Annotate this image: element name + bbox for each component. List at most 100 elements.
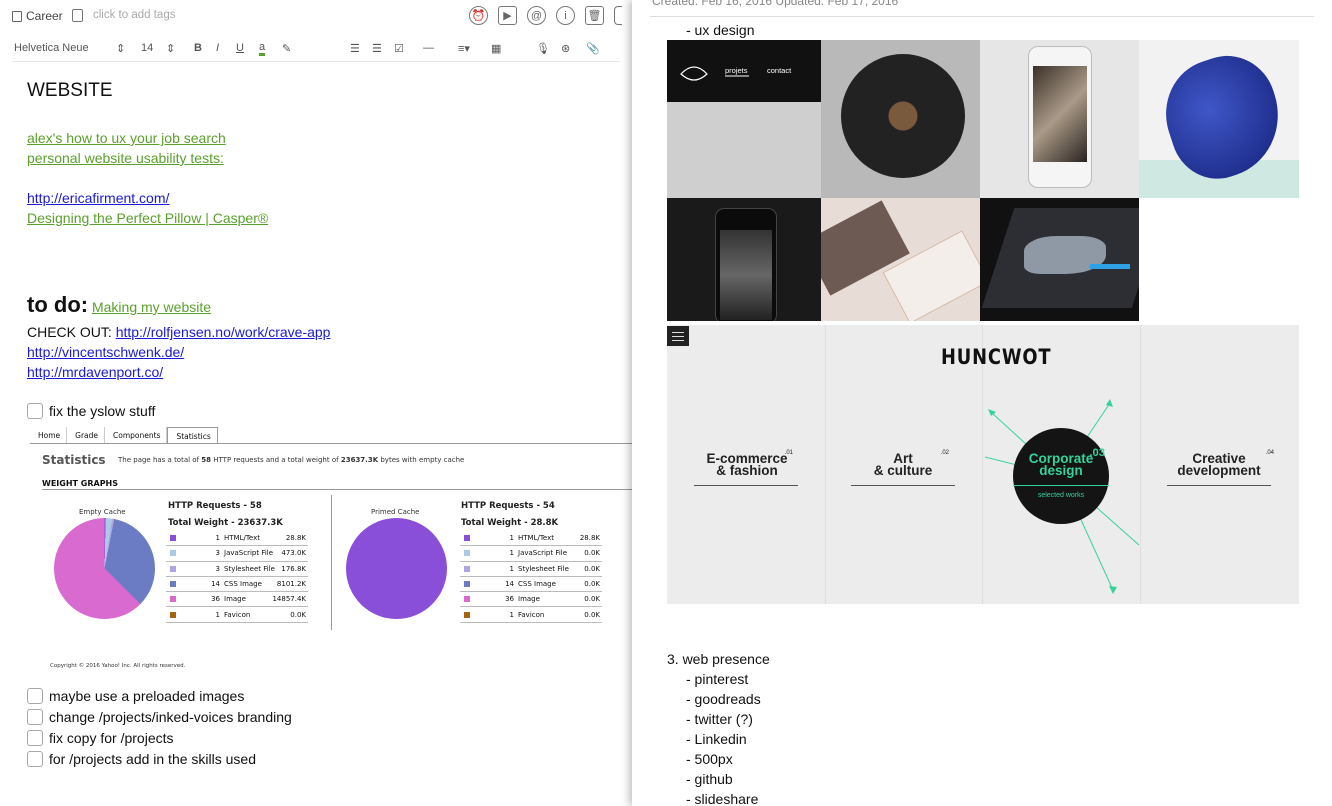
- chevron-updown-icon[interactable]: ⇕: [166, 42, 175, 55]
- todo-checkbox[interactable]: [27, 688, 43, 704]
- italic-button[interactable]: I: [216, 42, 219, 54]
- at-icon[interactable]: @: [527, 6, 546, 25]
- stats-size: 0.0K: [290, 610, 306, 619]
- encrypt-icon[interactable]: ⊛: [561, 42, 570, 55]
- bold-button[interactable]: B: [194, 42, 202, 54]
- notebook-selector[interactable]: Career: [12, 9, 63, 23]
- format-toolbar: Helvetica Neue ⇕ 14 ⇕ B I U a ✎ ☰ ☰ ☑ — …: [12, 40, 620, 62]
- stats-row: 36 Image 0.0K: [460, 592, 602, 608]
- stats-row: 1 HTML/Text 28.8K: [460, 531, 602, 547]
- legend-swatch: [170, 565, 176, 572]
- todo-item: for /projects add in the skills used: [27, 751, 256, 767]
- bullet-list-icon[interactable]: ☰: [350, 42, 360, 55]
- tab-components: Components: [105, 427, 168, 443]
- category-creative-development: Creative development .04: [1177, 450, 1274, 478]
- check-out-label: CHECK OUT:: [27, 324, 112, 340]
- note-title: WEBSITE: [27, 80, 113, 101]
- todo-label: change /projects/inked-voices branding: [49, 709, 292, 725]
- legend-swatch: [464, 535, 470, 542]
- stats-row: 1 JavaScript File 0.0K: [460, 546, 602, 562]
- legend-swatch: [170, 535, 176, 542]
- stats-row: 1 Favicon 0.0K: [460, 607, 602, 623]
- present-icon[interactable]: ▶: [498, 6, 517, 25]
- ux-design-item: - ux design: [686, 22, 755, 38]
- todo-checkbox[interactable]: [27, 730, 43, 746]
- tag-input[interactable]: click to add tags: [93, 9, 175, 21]
- stats-count: 3: [215, 549, 220, 558]
- note-dates: Created: Feb 16, 2016 Updated: Feb 17, 2…: [652, 0, 899, 8]
- text-color-button[interactable]: a: [259, 42, 266, 56]
- stats-row: 36 Image 14857.4K: [166, 592, 308, 608]
- stats-size: 0.0K: [584, 595, 600, 604]
- tab-statistics: Statistics: [167, 427, 218, 443]
- category-art-culture: Art & culture .02: [873, 450, 949, 478]
- selected-works-label: selected works: [1037, 492, 1085, 499]
- todo-checkbox[interactable]: [27, 709, 43, 725]
- world-map-tile: [980, 198, 1139, 321]
- primed-cache-table: 1 HTML/Text 28.8K 1 JavaScript File 0.0K 1 Styl…: [460, 531, 602, 623]
- stats-size: 14857.4K: [272, 595, 306, 604]
- web-item: - goodreads: [686, 691, 761, 707]
- trash-icon[interactable]: 🗑: [585, 6, 604, 25]
- chevron-updown-icon[interactable]: ⇕: [116, 42, 125, 55]
- blue-sculpture-tile: [1139, 40, 1299, 198]
- stats-count: 36: [211, 595, 220, 604]
- nav-projets: projets: [725, 66, 748, 75]
- legend-swatch: [170, 596, 176, 603]
- todo-label: fix copy for /projects: [49, 730, 174, 746]
- horizontal-rule-icon[interactable]: —: [423, 42, 434, 54]
- info-icon[interactable]: i: [556, 6, 575, 25]
- legend-swatch: [464, 550, 470, 557]
- weight-graphs-heading: WEIGHT GRAPHS: [42, 479, 119, 488]
- empty-requests-label: HTTP Requests - 58: [168, 501, 262, 511]
- stats-count: 1: [215, 534, 220, 543]
- table-icon[interactable]: ▦: [491, 42, 501, 55]
- vinyl-tile: [821, 40, 980, 198]
- primed-cache-pie: [346, 518, 447, 619]
- numbered-list-icon[interactable]: ☰: [372, 42, 382, 55]
- tab-grade: Grade: [67, 427, 106, 443]
- stats-type: JavaScript File: [224, 549, 274, 558]
- todo-checkbox[interactable]: [27, 751, 43, 767]
- business-cards-tile: [821, 198, 980, 321]
- legend-swatch: [464, 596, 470, 603]
- attachment-icon[interactable]: 📎: [586, 42, 600, 55]
- link-making-website[interactable]: Making my website: [92, 299, 211, 315]
- align-icon[interactable]: ≡▾: [458, 42, 470, 55]
- share-button[interactable]: [614, 6, 622, 25]
- font-size-select[interactable]: 14: [141, 42, 153, 54]
- stats-type: Stylesheet File: [224, 564, 275, 573]
- todo-checkbox[interactable]: [27, 403, 43, 419]
- link-vincentschwenk[interactable]: http://vincentschwenk.de/: [27, 344, 184, 360]
- stats-row: 14 CSS Image 8101.2K: [166, 577, 308, 593]
- checkbox-list-icon[interactable]: ☑: [394, 42, 404, 55]
- web-presence-heading: 3. web presence: [667, 651, 770, 667]
- stats-row: 1 Stylesheet File 0.0K: [460, 562, 602, 577]
- link-rolfjensen[interactable]: http://rolfjensen.no/work/crave-app: [116, 324, 331, 340]
- legend-swatch: [170, 550, 176, 557]
- mobile-app-tile: [667, 198, 821, 321]
- empty-weight-label: Total Weight - 23637.3K: [168, 518, 283, 528]
- record-audio-icon[interactable]: 🎙: [536, 42, 550, 55]
- stats-size: 28.8K: [285, 534, 306, 543]
- stats-row: 14 CSS Image 0.0K: [460, 577, 602, 593]
- link-mrdavenport[interactable]: http://mrdavenport.co/: [27, 364, 163, 380]
- underline-button[interactable]: U: [236, 42, 244, 54]
- legend-swatch: [464, 581, 470, 588]
- link-casper-pillow[interactable]: Designing the Perfect Pillow | Casper®: [27, 210, 268, 226]
- stats-size: 0.0K: [584, 564, 600, 573]
- font-family-select[interactable]: Helvetica Neue: [14, 42, 89, 54]
- primed-cache-caption: Primed Cache: [371, 508, 420, 516]
- reminder-icon[interactable]: ⏰: [469, 6, 488, 25]
- link-usability-tests[interactable]: personal website usability tests:: [27, 150, 224, 166]
- stats-count: 1: [509, 549, 514, 558]
- note-editor: Career click to add tags ⏰ ▶ @ i 🗑 Helve…: [0, 0, 632, 806]
- link-ux-job-search[interactable]: alex's how to ux your job search: [27, 130, 226, 146]
- stats-type: Favicon: [518, 610, 545, 619]
- phone-tile: [980, 40, 1139, 198]
- yslow-screenshot: Home Grade Components Statistics Statist…: [30, 427, 632, 677]
- todo-item: fix the yslow stuff: [27, 403, 155, 419]
- link-ericafirment[interactable]: http://ericafirment.com/: [27, 190, 169, 206]
- stats-type: Stylesheet File: [518, 564, 569, 573]
- highlighter-icon[interactable]: ✎: [282, 42, 291, 55]
